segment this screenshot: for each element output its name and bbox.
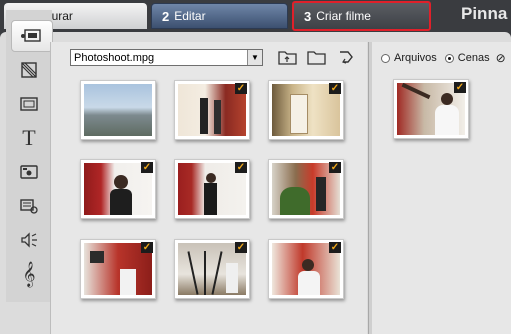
clip-icon[interactable]: ⊘ [496,51,506,65]
scene-thumbnail[interactable]: ✓ [268,159,344,219]
scene-thumbnail[interactable]: ✓ [174,159,250,219]
scene-thumbnail[interactable]: ✓ [268,239,344,299]
checkmark-icon: ✓ [329,83,341,94]
top-tab-bar: 1 Capturar 2 Editar 3 Criar filme Pinna [0,0,511,32]
scene-thumbnail[interactable]: ✓ [80,239,156,299]
tab-label: Editar [174,9,206,23]
checkmark-icon: ✓ [141,242,153,253]
scene-thumbnail[interactable]: ✓ [174,80,250,140]
tab-editar[interactable]: 2 Editar [151,3,288,29]
tab-number: 2 [162,8,170,24]
checkmark-icon: ✓ [329,242,341,253]
radio-arquivos[interactable] [381,53,390,63]
title-icon[interactable]: T [10,124,48,152]
source-file-value: Photoshoot.mpg [74,51,155,64]
tab-number: 3 [304,8,312,24]
brand-logo-text: Pinna [461,4,508,23]
source-file-dropdown[interactable]: Photoshoot.mpg ▼ [70,49,263,66]
checkmark-icon: ✓ [329,162,341,173]
still-image-icon[interactable] [10,90,48,118]
music-icon[interactable]: 𝄞 [10,260,48,288]
selected-scene-thumbnail[interactable]: ✓ [393,79,469,139]
album-sidebar: T 𝄞 [6,10,53,302]
radio-label: Cenas [457,52,490,64]
view-options: Arquivos Cenas ⊘ [381,51,506,65]
folder-icon[interactable] [307,48,327,66]
checkmark-icon: ✓ [141,162,153,173]
radio-cenas[interactable] [444,53,454,63]
scene-thumbnail[interactable] [80,80,156,140]
radio-label: Arquivos [394,52,437,64]
scene-thumbnail[interactable]: ✓ [268,80,344,140]
video-scenes-icon[interactable] [11,20,53,52]
chevron-down-icon[interactable]: ▼ [247,50,262,65]
checkmark-icon: ✓ [454,82,466,93]
tab-label: Criar filme [316,9,371,23]
disc-menu-icon[interactable] [10,158,48,186]
folder-up-icon[interactable] [278,48,298,66]
sound-effects-icon[interactable] [10,192,48,220]
checkmark-icon: ✓ [235,242,247,253]
transitions-icon[interactable] [10,56,48,84]
checkmark-icon: ✓ [235,162,247,173]
scene-thumbnail[interactable]: ✓ [80,159,156,219]
scene-image [84,84,152,136]
checkmark-icon: ✓ [235,83,247,94]
scene-thumbnail[interactable]: ✓ [174,239,250,299]
audio-icon[interactable] [10,226,48,254]
rotate-arrow-icon[interactable] [336,48,356,66]
tab-criar-filme[interactable]: 3 Criar filme [292,1,431,31]
